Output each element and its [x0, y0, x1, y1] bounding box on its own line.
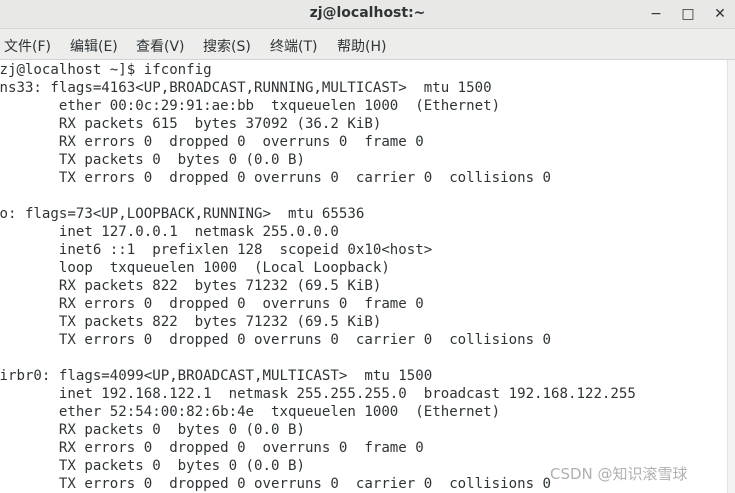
terminal-line: TX errors 0 dropped 0 overruns 0 carrier…: [0, 170, 552, 186]
terminal-line: TX errors 0 dropped 0 overruns 0 carrier…: [0, 476, 552, 492]
window-title: zj@localhost:~: [309, 5, 426, 21]
terminal-line: ether 00:0c:29:91:ae:bb txqueuelen 1000 …: [0, 98, 501, 114]
terminal-scrollbar[interactable]: [727, 60, 735, 493]
terminal-line: ether 52:54:00:82:6b:4e txqueuelen 1000 …: [0, 404, 501, 420]
minimize-icon[interactable]: −: [644, 2, 668, 26]
terminal-line: lo: flags=73<UP,LOOPBACK,RUNNING> mtu 65…: [0, 206, 365, 222]
terminal-line: RX errors 0 dropped 0 overruns 0 frame 0: [0, 296, 424, 312]
terminal-line: RX errors 0 dropped 0 overruns 0 frame 0: [0, 440, 424, 456]
terminal-line: TX packets 0 bytes 0 (0.0 B): [0, 152, 305, 168]
terminal-line: TX packets 822 bytes 71232 (69.5 KiB): [0, 314, 382, 330]
title-bar[interactable]: zj@localhost:~ − □ ✕: [0, 0, 735, 29]
maximize-icon[interactable]: □: [676, 2, 700, 26]
terminal-window: zj@localhost:~ − □ ✕ 文件(F) 编辑(E) 查看(V) 搜…: [0, 0, 735, 493]
menu-file[interactable]: 文件(F): [4, 36, 51, 56]
terminal-line: ens33: flags=4163<UP,BROADCAST,RUNNING,M…: [0, 80, 492, 96]
terminal-line: inet 127.0.0.1 netmask 255.0.0.0: [0, 224, 339, 240]
menu-search[interactable]: 搜索(S): [203, 36, 251, 56]
menu-edit[interactable]: 编辑(E): [70, 36, 118, 56]
terminal-output[interactable]: [zj@localhost ~]$ ifconfig ens33: flags=…: [0, 60, 727, 493]
menu-bar: 文件(F) 编辑(E) 查看(V) 搜索(S) 终端(T) 帮助(H): [0, 29, 735, 60]
menu-view[interactable]: 查看(V): [136, 36, 185, 56]
terminal-line: inet 192.168.122.1 netmask 255.255.255.0…: [0, 386, 636, 402]
menu-help[interactable]: 帮助(H): [337, 36, 386, 56]
terminal-line: RX packets 0 bytes 0 (0.0 B): [0, 422, 305, 438]
terminal-line: RX packets 822 bytes 71232 (69.5 KiB): [0, 278, 382, 294]
watermark: CSDN @知识滚雪球: [550, 465, 688, 483]
terminal-line: TX packets 0 bytes 0 (0.0 B): [0, 458, 305, 474]
terminal-line: TX errors 0 dropped 0 overruns 0 carrier…: [0, 332, 552, 348]
menu-terminal[interactable]: 终端(T): [270, 36, 317, 56]
terminal-line: loop txqueuelen 1000 (Local Loopback): [0, 260, 390, 276]
terminal-line-prompt: [zj@localhost ~]$ ifconfig: [0, 62, 212, 78]
terminal-line: virbr0: flags=4099<UP,BROADCAST,MULTICAS…: [0, 368, 433, 384]
terminal-line: RX packets 615 bytes 37092 (36.2 KiB): [0, 116, 382, 132]
terminal-line: inet6 ::1 prefixlen 128 scopeid 0x10<hos…: [0, 242, 433, 258]
close-icon[interactable]: ✕: [708, 2, 732, 26]
terminal-line: RX errors 0 dropped 0 overruns 0 frame 0: [0, 134, 424, 150]
